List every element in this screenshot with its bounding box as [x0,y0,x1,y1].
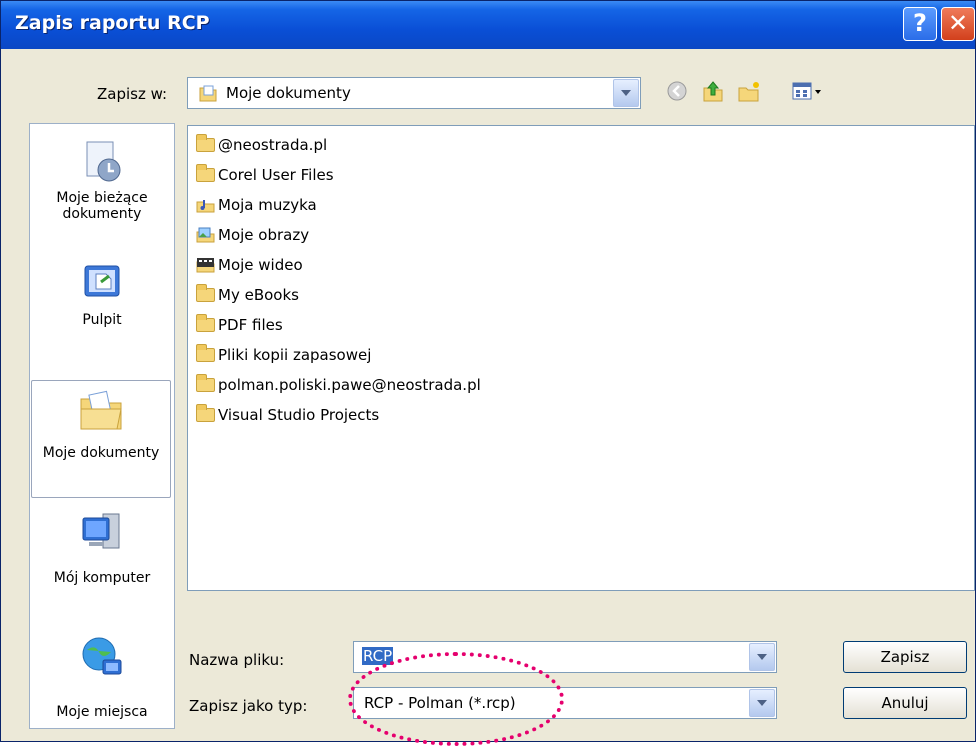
highlight-annotation [348,652,564,746]
save-button[interactable]: Zapisz [843,641,967,673]
location-label: Zapisz w: [97,85,168,103]
file-name: Pliki kopii zapasowej [218,346,372,364]
place-desktop[interactable]: Pulpit [30,260,174,328]
folder-icon [196,374,215,392]
list-item[interactable]: Visual Studio Projects [196,402,379,428]
list-item[interactable]: Moje wideo [196,252,303,278]
my-documents-folder-icon [78,387,124,433]
list-item[interactable]: My eBooks [196,282,299,308]
chevron-down-icon [757,700,767,706]
place-label: Pulpit [82,312,122,328]
list-item[interactable]: polman.poliski.pawe@neostrada.pl [196,372,481,398]
my-computer-icon [79,510,125,556]
file-name: polman.poliski.pawe@neostrada.pl [218,376,481,394]
places-bar: Moje bieżące dokumenty Pulpit Moje dokum… [29,123,175,729]
back-icon[interactable] [665,79,689,103]
filetype-label: Zapisz jako typ: [189,697,308,715]
up-folder-icon[interactable] [701,79,725,103]
filetype-dropdown-button[interactable] [749,689,775,717]
help-button[interactable]: ? [903,7,937,41]
save-dialog: Zapis raportu RCP ? ✕ Zapisz w: Moje dok… [0,0,976,742]
folder-icon [196,134,215,152]
file-name: @neostrada.pl [218,136,328,154]
list-item[interactable]: PDF files [196,312,283,338]
view-menu-icon[interactable] [791,79,831,103]
music-folder-icon [196,197,215,213]
place-my-computer[interactable]: Mój komputer [30,510,174,586]
file-name: Visual Studio Projects [218,406,380,424]
place-my-documents[interactable]: Moje dokumenty [31,380,171,498]
folder-icon [196,314,215,332]
place-recent-documents[interactable]: Moje bieżące dokumenty [30,138,174,222]
place-label-line2: dokumenty [62,206,142,222]
location-dropdown-button[interactable] [613,79,639,107]
folder-icon [196,284,215,302]
list-item[interactable]: Corel User Files [196,162,334,188]
file-name: Moje wideo [218,256,303,274]
folder-icon [196,164,215,182]
file-name: PDF files [218,316,283,334]
location-value: Moje dokumenty [226,84,351,102]
filename-label: Nazwa pliku: [189,651,285,669]
list-item[interactable]: @neostrada.pl [196,132,327,158]
video-folder-icon [196,257,215,273]
file-name: Moja muzyka [218,196,317,214]
chevron-down-icon [757,654,767,660]
my-documents-icon [198,84,218,102]
list-item[interactable]: Moja muzyka [196,192,317,218]
new-folder-icon[interactable] [737,79,761,103]
pictures-folder-icon [196,227,215,243]
place-label-line1: Moje bieżące [56,190,148,206]
close-button[interactable]: ✕ [941,7,975,41]
file-name: Moje obrazy [218,226,310,244]
place-label: Moje miejsca [56,704,148,720]
file-name: Corel User Files [218,166,334,184]
desktop-icon [79,260,125,306]
recent-documents-icon [79,138,125,184]
place-network-places[interactable]: Moje miejsca [30,634,174,720]
list-item[interactable]: Moje obrazy [196,222,309,248]
folder-icon [196,344,215,362]
dialog-title: Zapis raportu RCP [15,12,210,34]
list-item[interactable]: Pliki kopii zapasowej [196,342,371,368]
chevron-down-icon [621,90,631,96]
place-label: Mój komputer [53,570,151,586]
cancel-button[interactable]: Anuluj [843,687,967,719]
network-places-icon [79,634,125,680]
title-bar[interactable]: Zapis raportu RCP ? ✕ [1,1,975,49]
location-combo[interactable]: Moje dokumenty [187,77,641,109]
file-name: My eBooks [218,286,299,304]
filename-dropdown-button[interactable] [749,643,775,671]
file-list[interactable]: @neostrada.pl Corel User Files Moja muzy… [187,125,975,591]
place-label: Moje dokumenty [42,445,160,461]
folder-icon [196,404,215,422]
